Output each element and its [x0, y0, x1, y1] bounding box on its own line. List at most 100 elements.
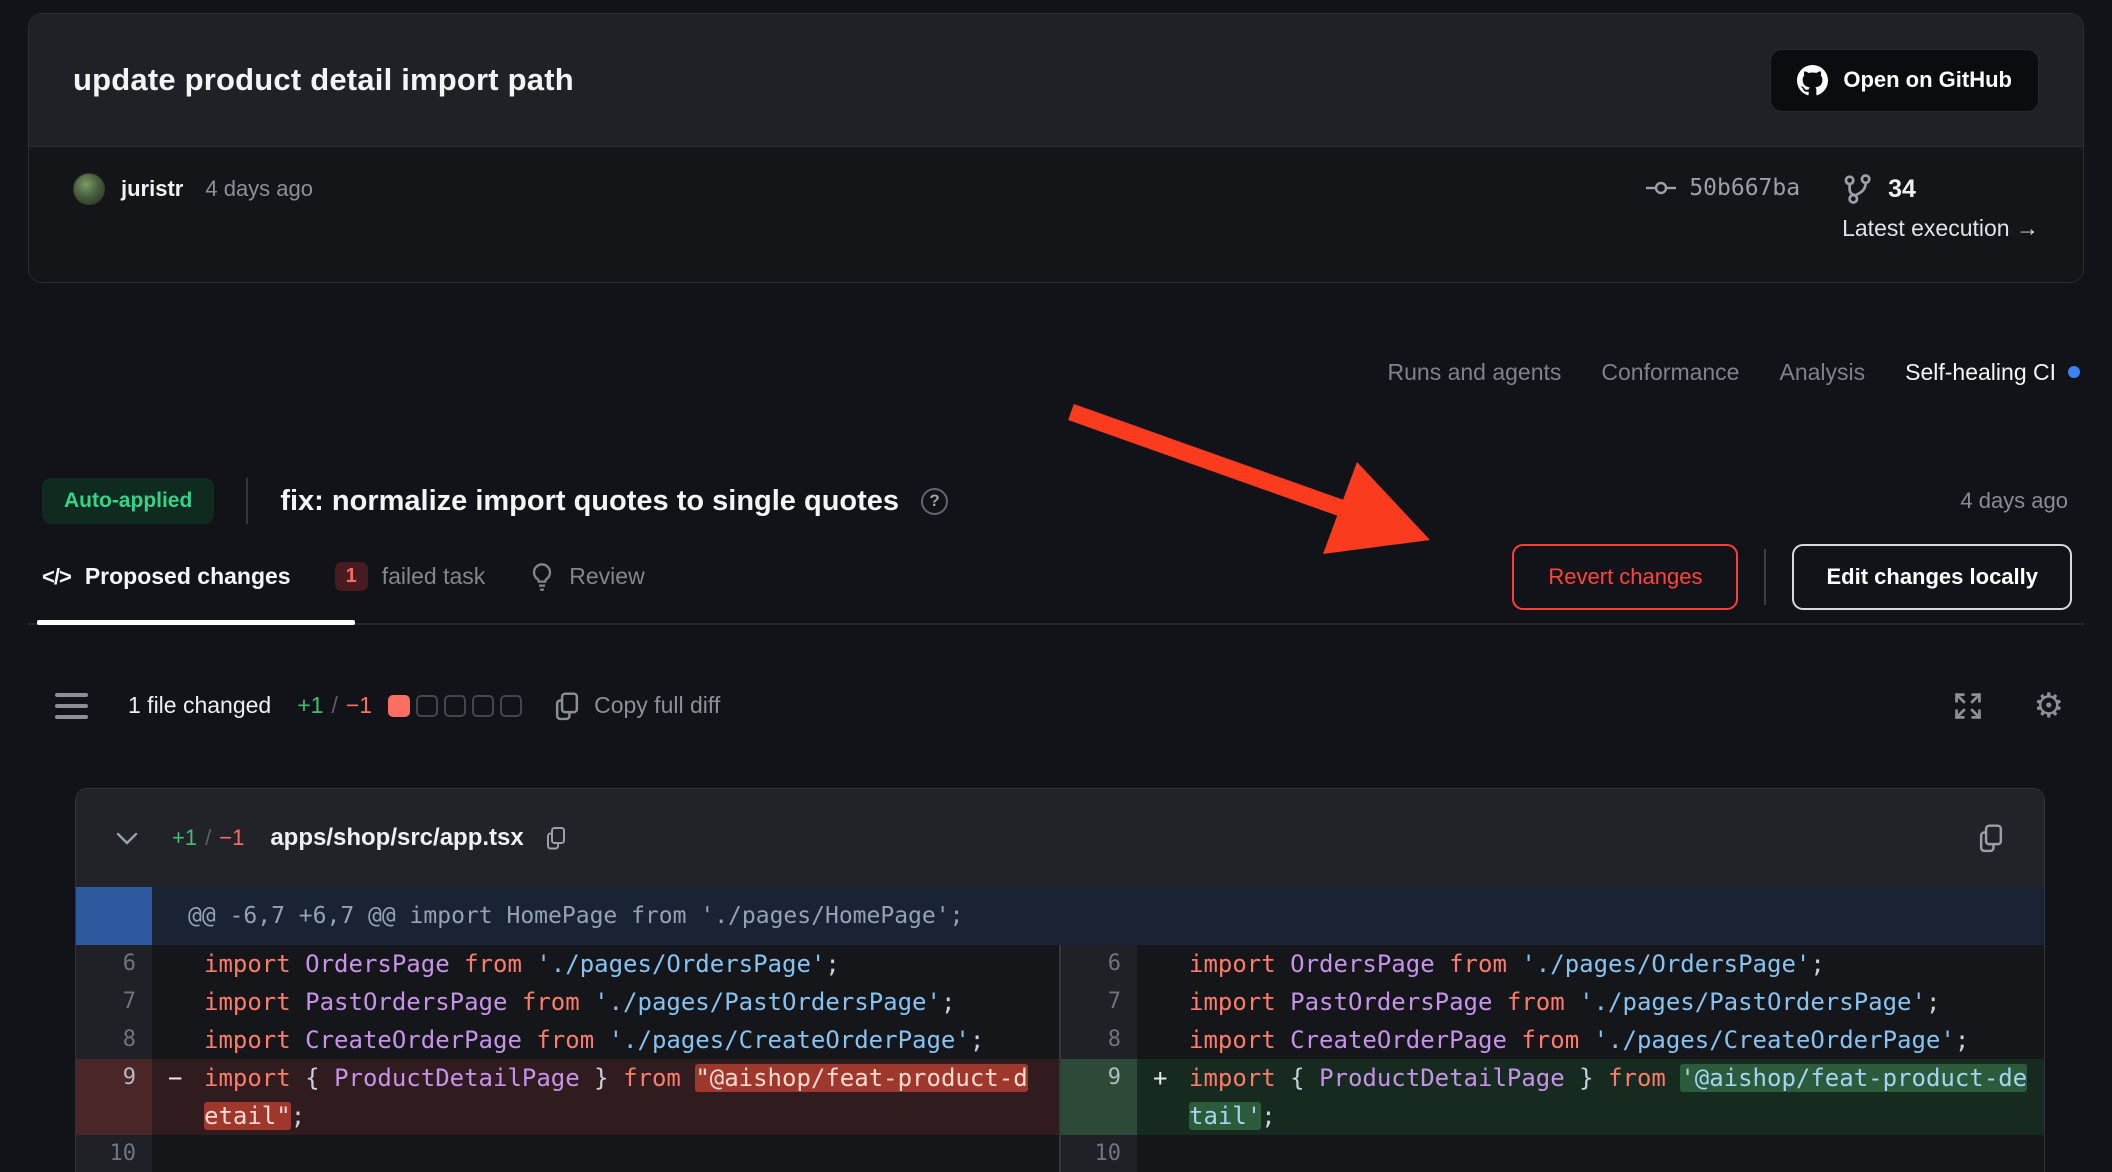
nav-item-analysis[interactable]: Analysis [1779, 359, 1865, 386]
separator: / [331, 692, 337, 719]
github-icon [1797, 65, 1828, 96]
line-number: 6 [76, 945, 152, 983]
code-token: OrdersPage [1290, 950, 1449, 978]
help-icon[interactable]: ? [921, 488, 948, 515]
code-token: from [536, 1026, 608, 1054]
diff-marker: + [1153, 1059, 1167, 1097]
code-token: import [1189, 950, 1290, 978]
hunk-header: @@ -6,7 +6,7 @@ import HomePage from './… [76, 887, 2044, 945]
settings-gear-icon[interactable]: ⚙ [2034, 689, 2064, 723]
code-token: ; [1955, 1026, 1969, 1054]
diff-row: 8import CreateOrderPage from './pages/Cr… [76, 1021, 1059, 1059]
code-icon: </> [42, 564, 71, 590]
auto-applied-badge: Auto-applied [42, 478, 214, 524]
code-line: import CreateOrderPage from './pages/Cre… [1137, 1021, 2044, 1059]
diff-stat-squares [388, 695, 522, 717]
file-list-menu-icon[interactable] [55, 693, 88, 719]
line-number: 7 [1061, 983, 1137, 1021]
nav-item-runs-and-agents[interactable]: Runs and agents [1388, 359, 1562, 386]
copy-file-diff-icon[interactable] [1976, 822, 2006, 854]
code-token: ; [1810, 950, 1824, 978]
diff-row: 6import OrdersPage from './pages/OrdersP… [76, 945, 1059, 983]
file-path: apps/shop/src/app.tsx [270, 824, 523, 852]
diff-stat-square [388, 695, 410, 717]
diff-stat-square [444, 695, 466, 717]
code-token: from [1608, 1064, 1680, 1092]
code-token: CreateOrderPage [305, 1026, 536, 1054]
collapse-chevron-icon[interactable] [114, 829, 140, 847]
failed-count-badge: 1 [335, 562, 368, 591]
tab-proposed-changes[interactable]: </> Proposed changes [42, 563, 291, 590]
code-token: CreateOrderPage [1290, 1026, 1521, 1054]
tab-review[interactable]: Review [529, 562, 644, 592]
code-token: import [1189, 988, 1290, 1016]
copy-path-icon[interactable] [544, 825, 568, 851]
code-token: '@aishop/feat-product-de [1680, 1064, 2027, 1092]
diff-pane-new: 6import OrdersPage from './pages/OrdersP… [1061, 945, 2044, 1172]
file-additions: +1 [172, 825, 197, 851]
diff-stat-square [500, 695, 522, 717]
commit-hash-group[interactable]: 50b667ba [1645, 175, 1800, 201]
code-token: import [204, 950, 305, 978]
files-changed-count: 1 file changed [128, 692, 271, 719]
code-token: tail' [1189, 1102, 1261, 1130]
line-number: 10 [76, 1135, 152, 1172]
code-token: from [1449, 950, 1521, 978]
line-number: 9 [1061, 1059, 1137, 1135]
execution-count: 34 [1888, 175, 1916, 204]
diff-row: 7import PastOrdersPage from './pages/Pas… [1061, 983, 2044, 1021]
code-token: import [204, 988, 305, 1016]
edit-changes-locally-button[interactable]: Edit changes locally [1792, 544, 2072, 610]
diff-stat-square [416, 695, 438, 717]
commit-author: juristr 4 days ago [73, 173, 313, 205]
commit-title-section: update product detail import path Open o… [29, 14, 2083, 147]
separator: / [205, 825, 211, 851]
revert-changes-button[interactable]: Revert changes [1512, 544, 1738, 610]
copy-full-diff-button[interactable]: Copy full diff [552, 690, 720, 722]
code-token: ; [1926, 988, 1940, 1016]
code-token: ; [970, 1026, 984, 1054]
code-token: './pages/CreateOrderPage' [1594, 1026, 1955, 1054]
tab-failed-task[interactable]: 1 failed task [335, 562, 486, 591]
code-token: './pages/PastOrdersPage' [1579, 988, 1926, 1016]
line-number: 7 [76, 983, 152, 1021]
code-line: +import { ProductDetailPage } from '@ais… [1137, 1059, 2044, 1135]
code-token: ; [941, 988, 955, 1016]
line-number: 9 [76, 1059, 152, 1135]
diff-stat-square [472, 695, 494, 717]
code-line: import OrdersPage from './pages/OrdersPa… [152, 945, 1059, 983]
line-number: 6 [1061, 945, 1137, 983]
code-line [152, 1135, 1059, 1172]
page-title: update product detail import path [73, 62, 574, 98]
diff-marker: − [168, 1059, 182, 1097]
open-on-github-button[interactable]: Open on GitHub [1770, 49, 2039, 112]
code-line: import PastOrdersPage from './pages/Past… [152, 983, 1059, 1021]
active-indicator-dot [2068, 366, 2080, 378]
commit-details: 50b667ba 34 Latest execution → [1645, 173, 2039, 242]
nav-item-self-healing-ci[interactable]: Self-healing CI [1905, 359, 2080, 386]
diff-toolbar: 1 file changed +1 / −1 Copy full diff ⚙ [55, 678, 2064, 733]
app-root: { "header": { "title": "update product d… [0, 0, 2112, 1172]
code-token: } [1565, 1064, 1608, 1092]
code-token: './pages/PastOrdersPage' [594, 988, 941, 1016]
section-nav: Runs and agents Conformance Analysis Sel… [28, 356, 2080, 388]
diff-row: 10 [76, 1135, 1059, 1172]
nav-item-conformance[interactable]: Conformance [1601, 359, 1739, 386]
copy-full-diff-label: Copy full diff [594, 692, 720, 719]
tab-label: Proposed changes [85, 563, 291, 590]
commit-meta-section: juristr 4 days ago 50b667ba 34 Latest ex… [29, 147, 2083, 283]
code-token: "@aishop/feat-product-d [695, 1064, 1027, 1092]
code-token: ProductDetailPage [1319, 1064, 1565, 1092]
fullscreen-icon[interactable] [1952, 690, 1984, 722]
toolbar-right-icons: ⚙ [1952, 689, 2064, 723]
diff-row: 9+import { ProductDetailPage } from '@ai… [1061, 1059, 2044, 1135]
code-line: import CreateOrderPage from './pages/Cre… [152, 1021, 1059, 1059]
avatar[interactable] [73, 173, 105, 205]
open-on-github-label: Open on GitHub [1843, 67, 2012, 93]
commit-header-card: update product detail import path Open o… [28, 13, 2084, 283]
latest-execution-link[interactable]: Latest execution → [1842, 215, 2039, 242]
deletions-count: −1 [346, 692, 372, 719]
execution-count-row: 34 [1842, 173, 1916, 205]
code-token: etail" [204, 1102, 291, 1130]
code-token: OrdersPage [305, 950, 464, 978]
